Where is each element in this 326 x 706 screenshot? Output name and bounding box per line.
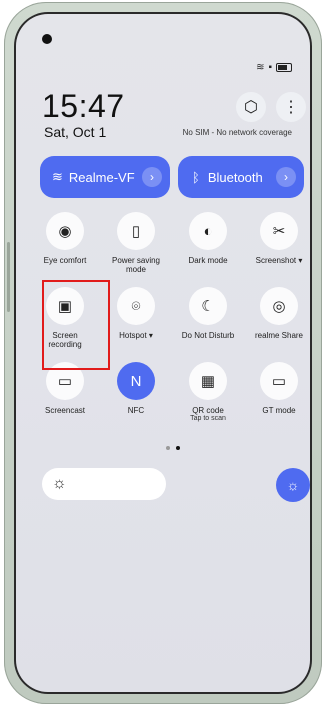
gt-mode-icon: ▭ [260,362,298,400]
tile-power-saving[interactable]: ▯ Power saving mode [108,212,164,274]
battery-icon [276,63,292,72]
brightness-slider[interactable]: ☼ [42,468,166,500]
auto-brightness-button[interactable]: ☼ [276,468,310,502]
qr-icon: ▦ [189,362,227,400]
front-camera [42,34,52,44]
tile-nfc[interactable]: N NFC [108,362,164,415]
bluetooth-icon: ᛒ [192,169,200,185]
hotspot-icon: ⌾ [117,287,155,325]
tile-screenshot[interactable]: ✂ Screenshot ▾ [251,212,307,265]
network-status: No SIM - No network coverage [182,128,292,137]
moon-icon: ☾ [189,287,227,325]
tile-label: Power saving mode [111,256,161,274]
eye-icon: ◉ [46,212,84,250]
more-vertical-icon: ⋮ [283,99,299,116]
share-icon: ◎ [260,287,298,325]
tile-dark-mode[interactable]: ◐ Dark mode [180,212,236,265]
side-button [7,242,10,312]
page-indicator [166,446,180,450]
sim-status-icon: ▪ [268,62,272,73]
bluetooth-expand-arrow[interactable]: › [276,167,296,187]
wifi-expand-arrow[interactable]: › [142,167,162,187]
tile-do-not-disturb[interactable]: ☾ Do Not Disturb [180,287,236,340]
tile-label: Do Not Disturb [181,331,235,340]
tile-eye-comfort[interactable]: ◉ Eye comfort [37,212,93,265]
tile-label: realme Share [254,331,304,340]
auto-brightness-icon: ☼ [286,477,300,493]
nfc-icon: N [117,362,155,400]
tile-label: NFC [127,406,145,415]
tile-sublabel: Tap to scan [190,415,226,422]
tile-label: Dark mode [188,256,228,265]
wifi-icon: ≋ [52,169,63,184]
wifi-status-icon: ≋ [256,62,265,73]
battery-saver-icon: ▯ [117,212,155,250]
tile-label: Eye comfort [43,256,87,265]
settings-button[interactable]: ⬡ [236,92,266,122]
page-dot [166,446,170,450]
gear-hex-icon: ⬡ [244,99,258,116]
wifi-tile[interactable]: ≋ Realme-VF › [40,156,170,198]
more-options-button[interactable]: ⋮ [276,92,306,122]
dark-mode-icon: ◐ [189,212,227,250]
quick-settings-screen: ≋ ▪ 15:47 Sat, Oct 1 ⬡ ⋮ No SIM - No net… [14,12,312,694]
bluetooth-label: Bluetooth [207,169,263,185]
tile-qr-code[interactable]: ▦ QR code Tap to scan [180,362,236,423]
tile-hotspot[interactable]: ⌾ Hotspot ▾ [108,287,164,340]
clock-time: 15:47 [42,88,125,124]
tile-label: QR code [192,406,224,415]
tile-label: GT mode [262,406,296,415]
tile-gt-mode[interactable]: ▭ GT mode [251,362,307,415]
date-text: Sat, Oct 1 [44,124,107,140]
tile-realme-share[interactable]: ◎ realme Share [251,287,307,340]
bluetooth-tile[interactable]: ᛒ Bluetooth › [178,156,304,198]
status-icons: ≋ ▪ [256,62,292,73]
highlight-box [42,280,110,370]
tile-label: Screenshot ▾ [255,256,303,265]
tile-label: Screencast [44,406,86,415]
screenshot-icon: ✂ [260,212,298,250]
tile-label: Hotspot ▾ [119,331,153,340]
sun-icon: ☼ [52,475,67,492]
page-dot-active [176,446,180,450]
wifi-label: Realme-VF [68,169,135,185]
phone-frame: ≋ ▪ 15:47 Sat, Oct 1 ⬡ ⋮ No SIM - No net… [4,2,322,704]
